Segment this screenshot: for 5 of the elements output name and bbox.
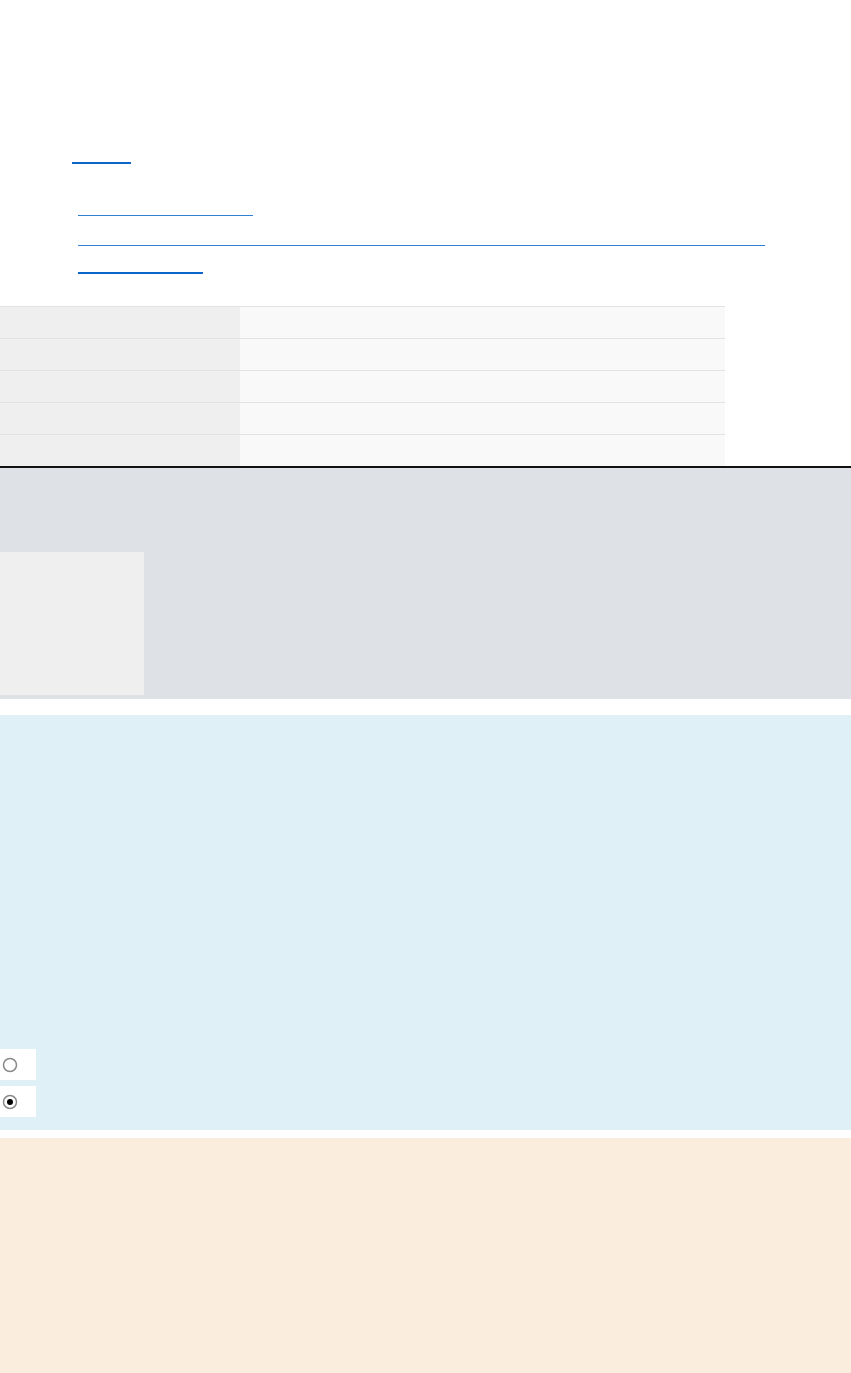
link-underline[interactable] [78, 215, 253, 216]
radio-button[interactable] [2, 1056, 18, 1073]
link-underline[interactable] [78, 245, 765, 246]
radio-button[interactable] [2, 1093, 18, 1110]
link-underline[interactable] [78, 272, 203, 274]
